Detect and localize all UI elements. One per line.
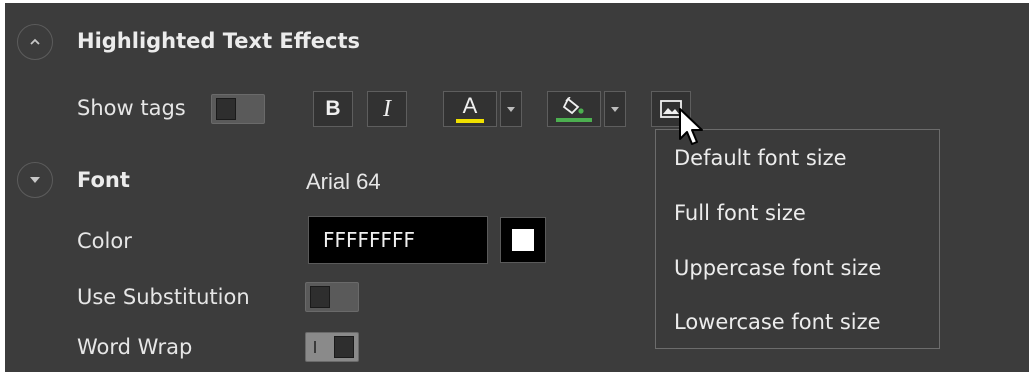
italic-icon: I [383,95,391,122]
font-color-dropdown[interactable] [500,91,522,127]
font-color-icon: A [462,92,478,118]
chevron-down-icon [30,177,40,183]
color-swatch-button[interactable] [500,217,546,263]
collapse-highlight-section-button[interactable] [17,24,53,60]
mouse-cursor-icon [679,108,703,145]
font-section-title: Font [77,168,130,192]
italic-button[interactable]: I [367,91,407,127]
dropdown-arrow-icon [611,106,619,112]
menu-item-uppercase-font-size[interactable]: Uppercase font size [674,256,881,280]
show-tags-toggle[interactable] [211,94,265,124]
toggle-knob [310,286,330,308]
fill-color-button[interactable] [547,91,601,127]
toggle-knob [216,98,236,120]
word-wrap-toggle[interactable] [305,332,359,362]
color-swatch [512,229,534,251]
bold-icon: B [325,97,341,120]
color-label: Color [77,229,132,253]
bold-button[interactable]: B [313,91,353,127]
color-hex-value: FFFFFFFF [323,228,416,252]
font-size-menu: Default font size Full font size Upperca… [655,129,940,349]
fill-color-swatch [556,117,592,122]
expand-font-section-button[interactable] [17,162,53,198]
show-tags-label: Show tags [77,96,186,120]
paint-bucket-icon [562,96,584,114]
use-substitution-label: Use Substitution [77,285,250,309]
word-wrap-label: Word Wrap [77,335,193,359]
font-color-button[interactable]: A [443,91,497,127]
dropdown-arrow-icon [507,106,515,112]
menu-item-full-font-size[interactable]: Full font size [674,201,806,225]
font-value[interactable]: Arial 64 [306,169,381,195]
fill-color-dropdown[interactable] [604,91,626,127]
chevron-up-icon [30,38,40,45]
highlight-section-title: Highlighted Text Effects [77,29,361,53]
font-color-swatch [456,118,484,123]
menu-item-lowercase-font-size[interactable]: Lowercase font size [674,310,881,334]
color-hex-input[interactable]: FFFFFFFF [308,216,488,264]
use-substitution-toggle[interactable] [305,282,359,312]
toggle-on-mark [314,341,316,353]
toggle-knob [334,336,354,358]
